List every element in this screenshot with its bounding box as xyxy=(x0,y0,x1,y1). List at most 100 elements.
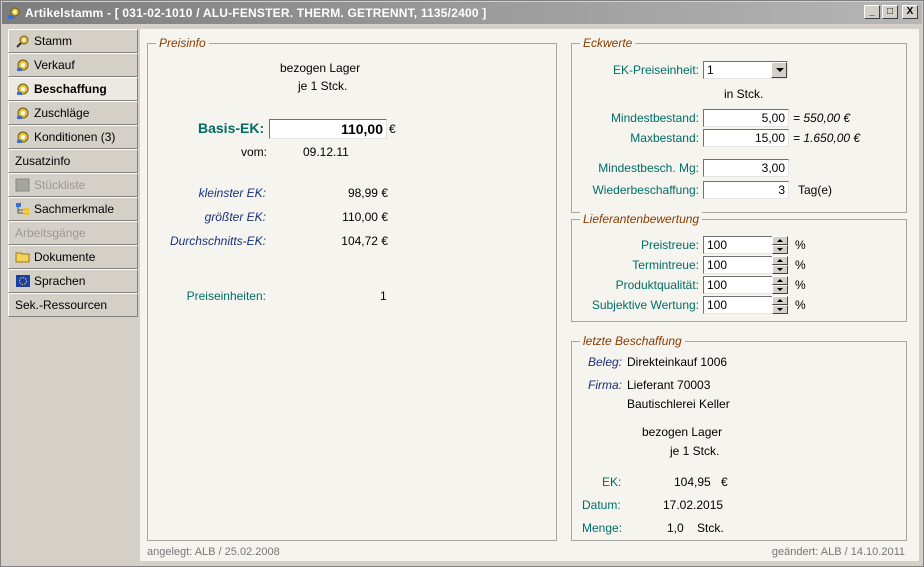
subjektive-wertung-unit: % xyxy=(795,298,806,312)
ek-preiseinheit-select[interactable]: 1 xyxy=(703,61,788,79)
sidebar-item-sprachen[interactable]: Sprachen xyxy=(8,269,138,293)
letzte-header-line1: bezogen Lager xyxy=(642,425,723,439)
termintreue-label: Termintreue: xyxy=(632,258,699,272)
preisinfo-group: Preisinfo bezogen Lager je 1 Stck. Basis… xyxy=(147,36,557,541)
spin-down-icon[interactable] xyxy=(772,265,788,274)
menge-value: 1,0 xyxy=(667,521,684,535)
groesster-ek-label: größter EK: xyxy=(204,210,266,224)
preistreue-unit: % xyxy=(795,238,806,252)
spin-down-icon[interactable] xyxy=(772,285,788,294)
termintreue-field[interactable]: 100 xyxy=(703,256,773,274)
sidebar-item-konditionen[interactable]: Konditionen (3) xyxy=(8,125,138,149)
sidebar-item-stueckliste: Stückliste xyxy=(8,173,138,197)
lieferantenbewertung-legend: Lieferantenbewertung xyxy=(580,212,703,226)
mindestbestand-label: Mindestbestand: xyxy=(610,111,699,125)
sidebar-item-label: Sprachen xyxy=(34,274,86,288)
eckwerte-group: Eckwerte EK-Preiseinheit: 1 in Stck. Min… xyxy=(571,36,907,213)
unit-text: in Stck. xyxy=(724,87,764,101)
sidebar-item-zuschlaege[interactable]: Zuschläge xyxy=(8,101,138,125)
ek-preiseinheit-label: EK-Preiseinheit: xyxy=(612,63,699,77)
sidebar-item-zusatzinfo[interactable]: Zusatzinfo xyxy=(8,149,138,173)
modified-info: geändert: ALB / 14.10.2011 xyxy=(771,546,905,558)
eu-flag-icon xyxy=(15,273,31,289)
durchschnitts-ek-label: Durchschnitts-EK: xyxy=(169,234,266,248)
menge-unit: Stck. xyxy=(697,521,724,535)
sidebar-item-sachmerkmale[interactable]: Sachmerkmale xyxy=(8,197,138,221)
firma-line2: Bautischlerei Keller xyxy=(627,397,730,411)
beleg-label: Beleg: xyxy=(588,355,623,369)
sidebar-item-beschaffung[interactable]: Beschaffung xyxy=(8,77,138,101)
spin-up-icon[interactable] xyxy=(772,296,788,305)
wiederbeschaffung-field[interactable]: 3 xyxy=(703,181,789,199)
termintreue-unit: % xyxy=(795,258,806,272)
preiseinheiten-value: 1 xyxy=(380,289,387,303)
basis-ek-field[interactable]: 110,00 xyxy=(269,119,387,139)
mindestbesch-field[interactable]: 3,00 xyxy=(703,159,789,177)
spin-up-icon[interactable] xyxy=(772,276,788,285)
preistreue-spinner[interactable] xyxy=(772,236,788,254)
spin-down-icon[interactable] xyxy=(772,305,788,314)
content-panel: Preisinfo bezogen Lager je 1 Stck. Basis… xyxy=(140,29,919,561)
sidebar-item-sek-ressourcen[interactable]: Sek.-Ressourcen xyxy=(8,293,138,317)
spin-up-icon[interactable] xyxy=(772,256,788,265)
datum-label: Datum: xyxy=(582,498,621,512)
preistreue-label: Preistreue: xyxy=(640,238,699,252)
sidebar-item-label: Dokumente xyxy=(34,250,96,264)
maximize-button[interactable]: □ xyxy=(882,5,898,19)
preisinfo-header-line1: bezogen Lager xyxy=(280,61,361,75)
sidebar-item-label: Stückliste xyxy=(34,178,86,192)
subjektive-wertung-spinner[interactable] xyxy=(772,296,788,314)
menge-label: Menge: xyxy=(582,521,623,535)
kleinster-ek-label: kleinster EK: xyxy=(198,186,266,200)
mindestbestand-field[interactable]: 5,00 xyxy=(703,109,789,127)
spin-up-icon[interactable] xyxy=(772,236,788,245)
sidebar-item-dokumente[interactable]: Dokumente xyxy=(8,245,138,269)
maxbestand-label: Maxbestand: xyxy=(630,131,699,145)
app-icon xyxy=(6,5,22,21)
subjektive-wertung-field[interactable]: 100 xyxy=(703,296,773,314)
ek-label: EK: xyxy=(602,475,622,489)
lieferantenbewertung-group: Lieferantenbewertung Preistreue: 100 % T… xyxy=(571,212,907,322)
window-title: Artikelstamm - [ 031-02-1010 / ALU-FENST… xyxy=(25,6,487,20)
stamm-icon xyxy=(15,33,31,49)
ek-currency: € xyxy=(721,475,728,489)
sidebar-item-label: Sachmerkmale xyxy=(34,202,115,216)
sidebar-item-label: Zusatzinfo xyxy=(15,154,71,168)
maxbestand-field[interactable]: 15,00 xyxy=(703,129,789,147)
termintreue-spinner[interactable] xyxy=(772,256,788,274)
sidebar-item-arbeitsgaenge: Arbeitsgänge xyxy=(8,221,138,245)
article-master-window: Artikelstamm - [ 031-02-1010 / ALU-FENST… xyxy=(0,0,924,567)
produktqualitaet-field[interactable]: 100 xyxy=(703,276,773,294)
gear-icon xyxy=(15,57,31,73)
created-info: angelegt: ALB / 25.02.2008 xyxy=(147,546,280,558)
produktqualitaet-label: Produktqualität: xyxy=(615,278,699,292)
datum-value: 17.02.2015 xyxy=(663,498,724,512)
gear-icon xyxy=(15,129,31,145)
sidebar-item-label: Beschaffung xyxy=(34,82,107,96)
vom-label: vom: xyxy=(241,145,268,159)
gear-icon xyxy=(15,81,31,97)
spin-down-icon[interactable] xyxy=(772,245,788,254)
sidebar-nav: Stamm Verkauf Beschaffung Zuschläge Kond… xyxy=(8,29,138,317)
preisinfo-legend: Preisinfo xyxy=(156,36,209,50)
sidebar-item-label: Arbeitsgänge xyxy=(15,226,86,240)
ek-value: 104,95 xyxy=(674,475,711,489)
tree-icon xyxy=(15,201,31,217)
close-button[interactable]: X xyxy=(902,5,918,19)
chevron-down-icon[interactable] xyxy=(771,62,787,78)
sidebar-item-label: Stamm xyxy=(34,34,73,48)
sidebar-item-verkauf[interactable]: Verkauf xyxy=(8,53,138,77)
produktqualitaet-spinner[interactable] xyxy=(772,276,788,294)
sidebar-item-label: Sek.-Ressourcen xyxy=(15,298,108,312)
preistreue-field[interactable]: 100 xyxy=(703,236,773,254)
basis-ek-currency: € xyxy=(389,122,396,136)
mindestbesch-label: Mindestbesch. Mg: xyxy=(598,161,699,175)
minimize-button[interactable]: _ xyxy=(864,5,880,19)
durchschnitts-ek-value: 104,72 € xyxy=(341,234,388,248)
eckwerte-legend: Eckwerte xyxy=(580,36,636,50)
sidebar-item-label: Verkauf xyxy=(34,58,75,72)
sidebar-item-label: Zuschläge xyxy=(34,106,90,120)
preiseinheiten-label: Preiseinheiten: xyxy=(186,289,266,303)
kleinster-ek-value: 98,99 € xyxy=(347,186,388,200)
sidebar-item-stamm[interactable]: Stamm xyxy=(8,29,138,53)
